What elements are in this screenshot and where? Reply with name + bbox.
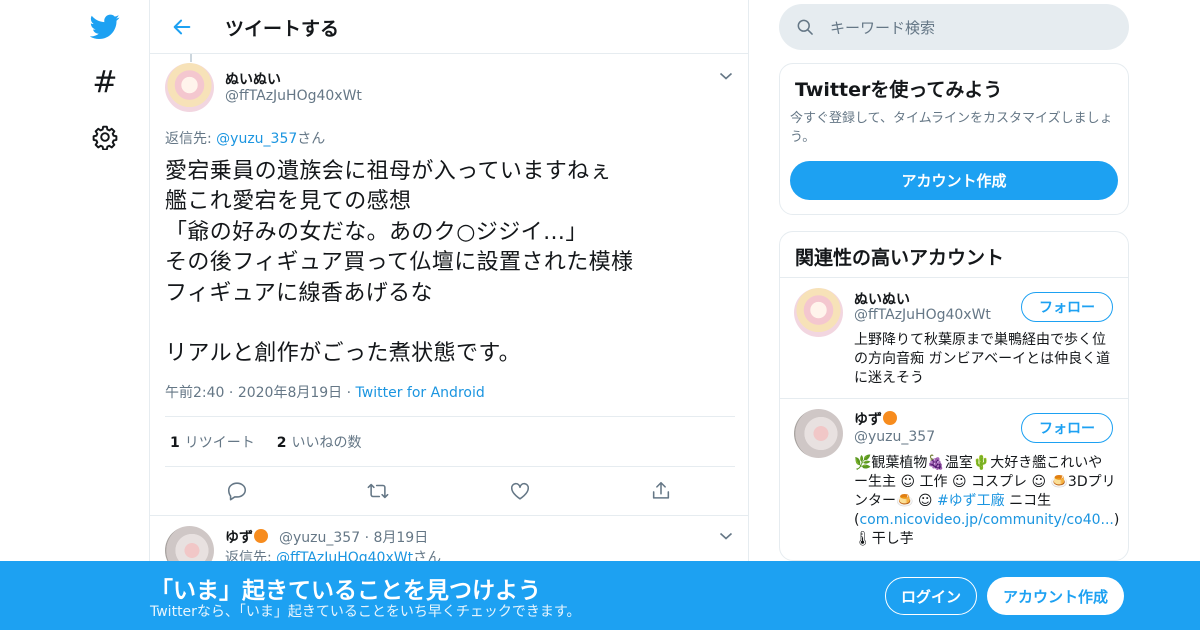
retweet-label: リツイート (184, 435, 255, 451)
reply-suffix: さん (297, 131, 326, 147)
reply-author-handle[interactable]: @yuzu_357 (279, 530, 360, 546)
account-name[interactable]: ぬいぬい (854, 289, 910, 309)
signup-card-title: Twitterを使ってみよう (795, 79, 1003, 101)
retweet-stat[interactable]: 1 リツイート (170, 432, 255, 452)
back-arrow-icon[interactable] (168, 13, 196, 41)
account-name-text: ゆず (854, 412, 882, 428)
thread-connector (190, 54, 192, 62)
account-name[interactable]: ゆず (854, 409, 897, 429)
twitter-bird-icon[interactable] (80, 7, 130, 47)
banner-subtitle: Twitterなら、「いま」起きていることをいち早くチェックできます。 (150, 604, 581, 620)
page-header: ツイートする (150, 0, 748, 54)
hashtag-link[interactable]: #ゆず工廠 (937, 493, 1005, 509)
divider (780, 277, 1128, 278)
create-account-button[interactable]: アカウント作成 (790, 161, 1118, 200)
like-stat[interactable]: 2 いいねの数 (277, 432, 362, 452)
reply-author-meta: @yuzu_357 · 8月19日 (279, 527, 428, 547)
signup-button[interactable]: アカウント作成 (987, 577, 1124, 615)
reply-author-name-text: ゆず (225, 530, 253, 546)
signup-card: Twitterを使ってみよう 今すぐ登録して、タイムラインをカスタマイズしましょ… (779, 63, 1129, 215)
reply-author-name[interactable]: ゆず (225, 527, 268, 547)
tweet-source[interactable]: Twitter for Android (356, 385, 485, 401)
tweet-author-handle[interactable]: @ffTAzJuHOg40xWt (225, 88, 362, 104)
avatar[interactable] (794, 288, 843, 337)
reply-to-link[interactable]: @yuzu_357 (216, 131, 297, 147)
reply-prefix: 返信先: (165, 131, 217, 147)
hashtag-icon[interactable]: # (80, 62, 130, 102)
share-icon[interactable] (650, 480, 672, 502)
reply-icon[interactable] (226, 480, 248, 502)
related-accounts-title: 関連性の高いアカウント (795, 247, 1005, 269)
reply-to-line: 返信先: @yuzu_357さん (165, 128, 325, 148)
heart-icon[interactable] (509, 480, 531, 502)
account-bio: 上野降りて秋葉原まで巣鴨経由で歩く位の方向音痴 ガンビアベーイとは仲良く道に迷え… (854, 332, 1111, 386)
retweet-count: 1 (170, 435, 180, 451)
meta-separator: · (346, 385, 352, 401)
page-root: # ツイートする ぬいぬい @ffTAzJuHOg40xWt 返信先: @yuz… (0, 0, 1200, 630)
divider (780, 398, 1128, 399)
divider (165, 466, 735, 467)
signup-card-description: 今すぐ登録して、タイムラインをカスタマイズしましょう。 (790, 111, 1113, 145)
meta-separator: · (228, 385, 234, 401)
signup-banner: 「いま」起きていることを見つけよう Twitterなら、「いま」起きていることを… (0, 561, 1200, 630)
account-handle[interactable]: @yuzu_357 (854, 429, 935, 445)
avatar[interactable] (165, 63, 214, 112)
meta-separator: · (364, 530, 370, 546)
tweet-time[interactable]: 午前2:40 (165, 385, 224, 401)
like-count: 2 (276, 435, 287, 451)
login-button[interactable]: ログイン (885, 577, 977, 615)
account-handle[interactable]: @ffTAzJuHOg40xWt (854, 307, 991, 323)
tweet-author-name[interactable]: ぬいぬい (225, 69, 281, 89)
reply-date[interactable]: 8月19日 (373, 530, 428, 546)
search-placeholder: キーワード検索 (830, 19, 936, 37)
search-input[interactable]: キーワード検索 (779, 4, 1129, 50)
search-icon (795, 17, 815, 37)
orange-emoji-icon (254, 529, 268, 543)
retweet-icon[interactable] (367, 480, 389, 502)
chevron-down-icon[interactable] (718, 68, 734, 84)
tweet-separator (150, 515, 748, 516)
gear-icon[interactable] (80, 117, 130, 157)
account-bio: 🌿観葉植物🍇温室🌵大好き艦これいやー生主 ☺ 工作 ☺ コスプレ ☺ 🍮3Dプリ… (854, 454, 1119, 549)
page-title: ツイートする (225, 18, 340, 40)
tweet-metadata: 午前2:40 · 2020年8月19日 · Twitter for Androi… (165, 382, 485, 402)
like-label: いいねの数 (291, 435, 362, 451)
divider (165, 416, 735, 417)
orange-emoji-icon (883, 411, 897, 425)
tweet-stats: 1 リツイート 2 いいねの数 (170, 432, 362, 452)
follow-button[interactable]: フォロー (1021, 292, 1113, 322)
tweet-column: ツイートする ぬいぬい @ffTAzJuHOg40xWt 返信先: @yuzu_… (149, 0, 749, 630)
tweet-date[interactable]: 2020年8月19日 (238, 385, 342, 401)
bio-link[interactable]: com.nicovideo.jp/community/co40... (859, 512, 1113, 528)
related-accounts-card: 関連性の高いアカウント ぬいぬい @ffTAzJuHOg40xWt フォロー 上… (779, 231, 1129, 561)
chevron-down-icon[interactable] (718, 528, 734, 544)
avatar[interactable] (794, 409, 843, 458)
follow-button[interactable]: フォロー (1021, 413, 1113, 443)
banner-title: 「いま」起きていることを見つけよう (150, 578, 541, 604)
tweet-text: 愛宕乗員の遺族会に祖母が入っていますねぇ 艦これ愛宕を見ての感想 「爺の好みの女… (165, 159, 634, 367)
